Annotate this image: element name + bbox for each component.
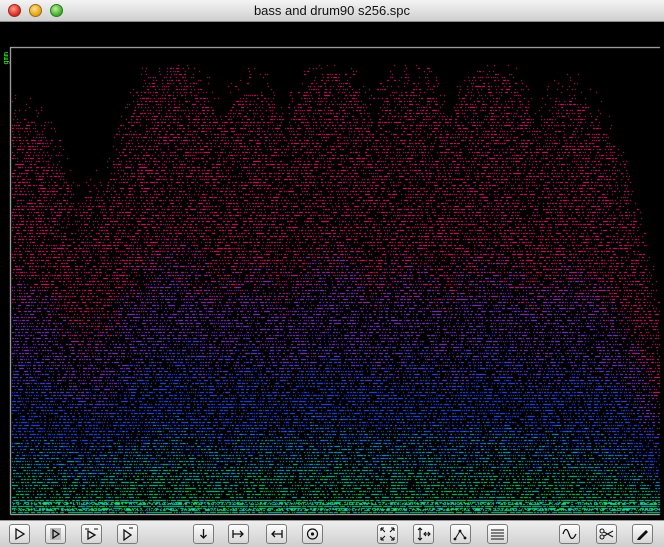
record-icon (306, 528, 319, 540)
record-button[interactable] (302, 524, 323, 544)
arrow-down-icon (200, 529, 207, 539)
wave-icon (562, 528, 577, 540)
toolbar (0, 520, 664, 547)
jump-down-button[interactable] (193, 524, 214, 544)
pencil-icon (637, 530, 648, 540)
play-step-button[interactable] (117, 524, 138, 544)
scatter-icon (453, 529, 467, 541)
zoom-fit-button[interactable] (377, 524, 398, 544)
spectrum-lines-button[interactable] (487, 524, 508, 544)
zoom-axes-icon (417, 527, 431, 541)
zoom-axes-button[interactable] (413, 524, 434, 544)
play-icon (15, 527, 26, 541)
play-step-icon (123, 527, 133, 541)
play-loop-icon (85, 528, 98, 541)
cut-button[interactable] (596, 524, 617, 544)
title-bar[interactable]: bass and drum90 s256.spc (0, 0, 664, 22)
app-window: bass and drum90 s256.spc gmm (0, 0, 664, 547)
window-title: bass and drum90 s256.spc (253, 3, 411, 18)
edit-button[interactable] (632, 524, 653, 544)
expand-icon (380, 527, 395, 541)
scissors-icon (599, 528, 614, 540)
play-selection-icon (50, 528, 61, 540)
waveform-button[interactable] (559, 524, 580, 544)
spectrogram-view[interactable]: gmm (0, 22, 664, 520)
jump-left-button[interactable] (266, 524, 287, 544)
points-button[interactable] (450, 524, 471, 544)
play-selection-button[interactable] (45, 524, 66, 544)
arrow-right-bar-icon (232, 530, 244, 538)
play-loop-button[interactable] (81, 524, 102, 544)
play-button[interactable] (9, 524, 30, 544)
spectrogram-canvas[interactable] (0, 22, 664, 520)
axis-label: gmm (2, 52, 10, 65)
jump-right-button[interactable] (228, 524, 249, 544)
lines-icon (491, 529, 504, 540)
arrow-left-bar-icon (271, 530, 283, 538)
